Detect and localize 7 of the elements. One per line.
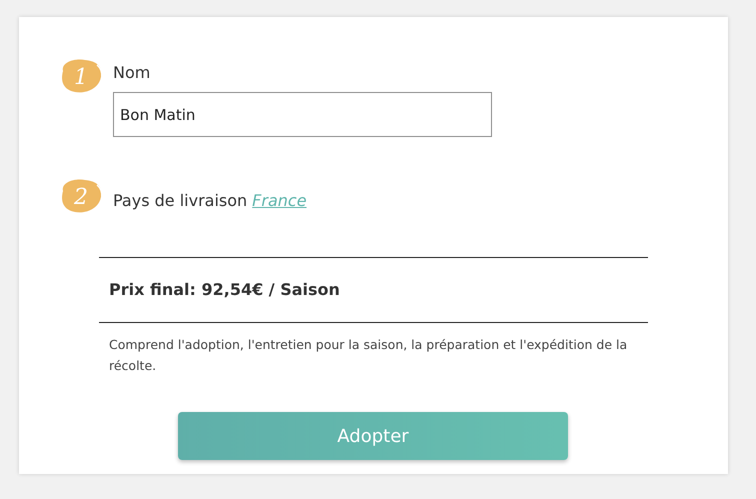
name-input[interactable]: Bon Matin	[113, 92, 492, 137]
description-text: Comprend l'adoption, l'entretien pour la saison, la préparation et l'expédition de la récolte.	[108, 336, 628, 375]
price-text: Prix final: 92,54€ / Saison	[109, 279, 340, 301]
country-link[interactable]: France	[252, 189, 307, 213]
adopt-button[interactable]: Adopter	[178, 412, 568, 460]
field-label: Nom	[113, 63, 152, 83]
field-label: Pays de livraison	[113, 190, 248, 212]
